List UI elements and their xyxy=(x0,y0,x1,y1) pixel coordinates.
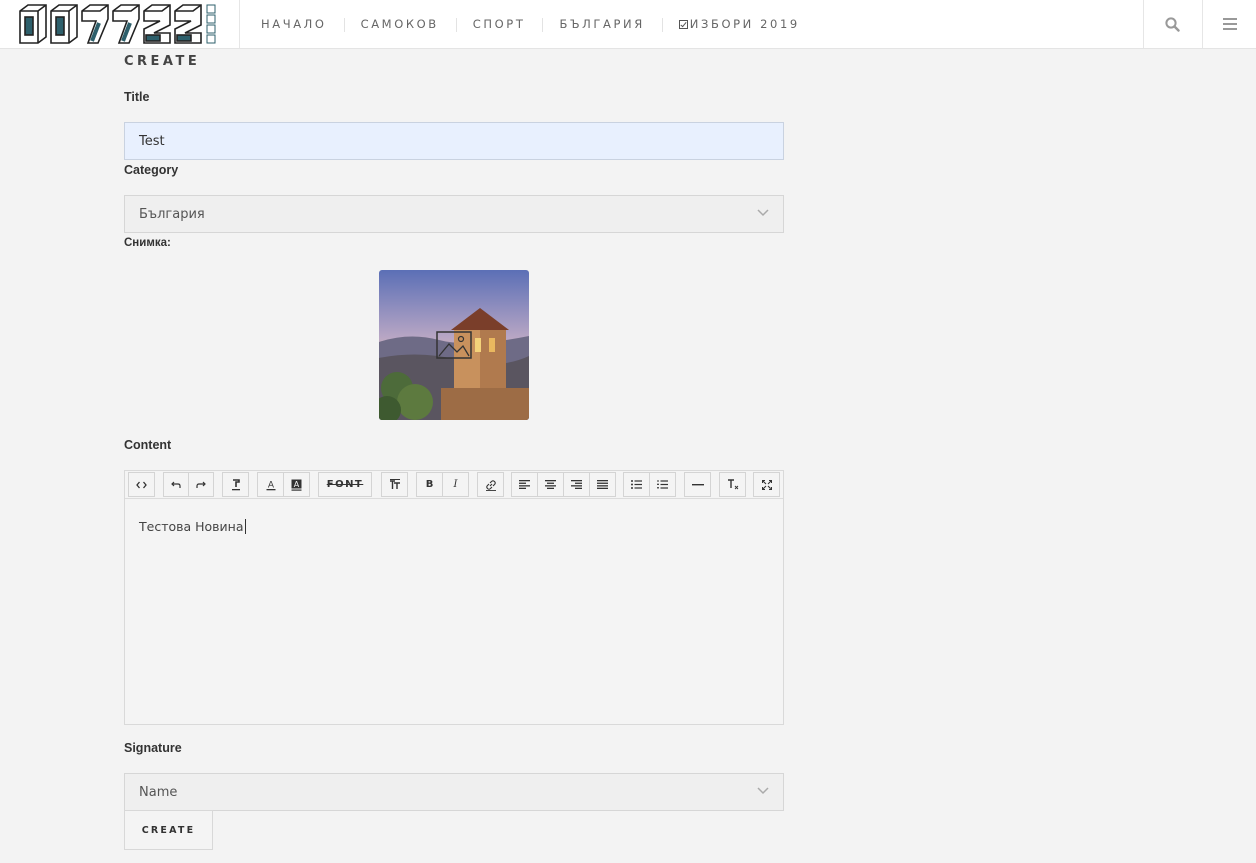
horizontal-rule-button[interactable] xyxy=(684,472,711,497)
paint-format-icon xyxy=(231,478,240,490)
font-size-icon xyxy=(389,479,400,489)
nav-item-label: БЪЛГАРИЯ xyxy=(559,17,645,31)
numbered-list-button[interactable] xyxy=(649,472,676,497)
nav-item-sport[interactable]: СПОРТ xyxy=(455,17,543,32)
format-paint-button[interactable] xyxy=(222,472,249,497)
fullscreen-icon xyxy=(761,479,772,490)
svg-text:A: A xyxy=(294,480,300,489)
nav-item-home[interactable]: НАЧАЛО xyxy=(244,17,344,31)
site-logo[interactable] xyxy=(18,3,218,46)
clear-format-button[interactable] xyxy=(719,472,746,497)
signature-select-value: Name xyxy=(139,784,178,800)
hamburger-menu-icon xyxy=(1222,18,1237,30)
article-photo[interactable] xyxy=(379,270,529,420)
nav-item-label: САМОКОВ xyxy=(360,17,439,31)
nav-item-elections[interactable]: ИЗБОРИ 2019 xyxy=(661,17,817,32)
text-caret xyxy=(244,519,246,534)
category-select[interactable]: България xyxy=(124,195,784,233)
bullet-list-button[interactable] xyxy=(623,472,650,497)
checkbox-icon xyxy=(678,19,688,29)
italic-button[interactable]: I xyxy=(442,472,469,497)
nav-item-samokov[interactable]: САМОКОВ xyxy=(343,17,456,32)
highlight-color-icon: A xyxy=(291,479,302,491)
undo-icon xyxy=(171,481,181,488)
background-color-button[interactable]: A xyxy=(283,472,310,497)
editor-text: Тестова Новина xyxy=(139,519,244,534)
signature-select[interactable]: Name xyxy=(124,773,784,811)
create-submit-button[interactable]: CREATE xyxy=(124,810,213,850)
title-label: Title xyxy=(124,90,150,104)
search-button[interactable] xyxy=(1143,0,1201,48)
numbered-list-icon xyxy=(657,480,668,489)
search-icon xyxy=(1165,16,1180,32)
font-color-button[interactable]: A xyxy=(257,472,284,497)
bullet-list-icon xyxy=(631,480,642,489)
fullscreen-button[interactable] xyxy=(753,472,780,497)
align-left-icon xyxy=(519,480,530,489)
bold-button[interactable]: B xyxy=(416,472,443,497)
nav-item-label: НАЧАЛО xyxy=(261,17,327,31)
undo-button[interactable] xyxy=(163,472,189,497)
chevron-down-icon xyxy=(757,209,769,217)
photo-label: Снимка: xyxy=(124,237,171,249)
align-right-icon xyxy=(571,480,582,489)
editor-content-area[interactable]: Тестова Новина xyxy=(139,519,246,534)
title-input-value: Test xyxy=(139,133,165,149)
signature-label: Signature xyxy=(124,741,182,755)
link-button[interactable] xyxy=(477,472,504,497)
link-icon xyxy=(485,479,496,491)
content-editor: A A FONT B I Тестова Новина xyxy=(124,470,784,725)
font-size-button[interactable] xyxy=(381,472,408,497)
nav-item-bulgaria[interactable]: БЪЛГАРИЯ xyxy=(542,17,661,32)
clear-format-icon xyxy=(727,479,738,490)
top-navigation-bar: НАЧАЛО САМОКОВ СПОРТ БЪЛГАРИЯ ИЗБОРИ 201… xyxy=(0,0,1256,49)
menu-button[interactable] xyxy=(1202,0,1256,48)
chevron-down-icon xyxy=(757,787,769,795)
font-color-icon: A xyxy=(266,480,275,490)
align-right-button[interactable] xyxy=(563,472,590,497)
logo-divider xyxy=(239,0,240,48)
title-input[interactable]: Test xyxy=(124,122,784,160)
redo-icon xyxy=(196,481,206,488)
align-left-button[interactable] xyxy=(511,472,538,497)
nav-item-label: ИЗБОРИ 2019 xyxy=(689,17,800,31)
align-justify-button[interactable] xyxy=(589,472,616,497)
align-justify-icon xyxy=(597,480,608,489)
editor-toolbar: A A FONT B I xyxy=(125,471,783,499)
font-button-label: FONT xyxy=(326,479,364,490)
align-center-button[interactable] xyxy=(537,472,564,497)
bold-button-label: B xyxy=(425,479,434,490)
content-label: Content xyxy=(124,438,172,452)
main-nav: НАЧАЛО САМОКОВ СПОРТ БЪЛГАРИЯ ИЗБОРИ 201… xyxy=(244,0,817,48)
category-select-value: България xyxy=(139,206,205,222)
horizontal-rule-icon xyxy=(691,483,704,485)
italic-button-label: I xyxy=(453,479,458,490)
nav-item-label: СПОРТ xyxy=(472,17,526,31)
font-family-button[interactable]: FONT xyxy=(318,472,372,497)
code-icon xyxy=(136,481,147,488)
redo-button[interactable] xyxy=(188,472,214,497)
align-center-icon xyxy=(545,480,556,489)
category-label: Category xyxy=(124,163,179,177)
page-title: CREATE xyxy=(124,54,201,69)
code-view-button[interactable] xyxy=(128,472,155,497)
